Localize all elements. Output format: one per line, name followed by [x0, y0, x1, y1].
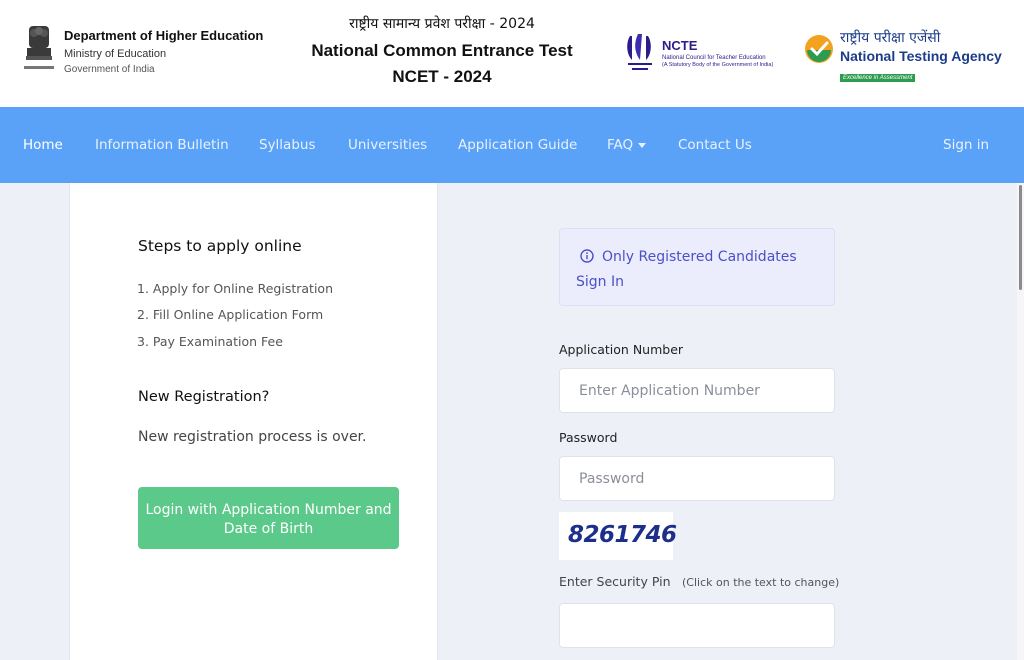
nav-syllabus[interactable]: Syllabus [259, 137, 316, 153]
nav-universities[interactable]: Universities [348, 137, 427, 153]
nta-text-block: राष्ट्रीय परीक्षा एजेंसी National Testin… [840, 28, 1002, 83]
exam-title: National Common Entrance Test [311, 41, 573, 60]
application-number-label: Application Number [559, 342, 684, 357]
caret-down-icon [638, 142, 647, 148]
department-title: Department of Higher Education [64, 28, 264, 43]
exam-title-hindi: राष्ट्रीय सामान्य प्रवेश परीक्षा - 2024 [349, 16, 535, 32]
new-registration-title: New Registration? [138, 389, 270, 405]
security-pin-input[interactable] [559, 603, 835, 648]
exam-short-title: NCET - 2024 [392, 67, 492, 86]
nav-home[interactable]: Home [23, 137, 63, 153]
steps-title: Steps to apply online [138, 237, 302, 255]
step-item: 1. Apply for Online Registration [137, 281, 333, 296]
nav-faq-label: FAQ [607, 137, 634, 153]
password-label: Password [559, 430, 618, 445]
application-number-input[interactable] [559, 368, 835, 413]
nta-name: National Testing Agency [840, 48, 1002, 64]
ncte-full-name: National Council for Teacher Education [662, 55, 766, 61]
ncte-logo-icon [627, 34, 652, 70]
nav-contact-us[interactable]: Contact Us [678, 137, 752, 153]
nta-tagline: Excellence in Assessment [840, 74, 916, 82]
ncte-text-block: NCTE National Council for Teacher Educat… [662, 38, 773, 68]
scrollbar-thumb[interactable] [1019, 185, 1022, 290]
security-pin-label: Enter Security Pin [559, 574, 671, 589]
nav-information-bulletin[interactable]: Information Bulletin [95, 137, 229, 153]
step-item: 3. Pay Examination Fee [137, 334, 283, 349]
ministry-name: Ministry of Education [64, 48, 167, 60]
new-registration-status: New registration process is over. [138, 429, 367, 445]
exam-title-block: राष्ट्रीय सामान्य प्रवेश परीक्षा - 2024 … [300, 14, 584, 87]
nta-check-logo-icon [805, 35, 833, 63]
department-block: Department of Higher Education Ministry … [64, 28, 263, 75]
step-item: 2. Fill Online Application Form [137, 307, 324, 322]
site-header: Department of Higher Education Ministry … [0, 0, 1024, 107]
main-navbar: Home Information Bulletin Syllabus Unive… [0, 107, 1024, 183]
nav-sign-in[interactable]: Sign in [943, 137, 989, 153]
login-with-dob-button[interactable]: Login with Application Number and Date o… [138, 487, 399, 549]
nta-hindi-name: राष्ट्रीय परीक्षा एजेंसी [840, 30, 941, 46]
ncte-name: NCTE [662, 38, 698, 53]
registered-candidates-alert: Only Registered Candidates Sign In [559, 228, 835, 306]
national-emblem-icon [24, 26, 54, 69]
nav-faq-dropdown[interactable]: FAQ [607, 137, 647, 153]
captcha-image[interactable]: 8261746 [559, 512, 677, 560]
alert-message: Only Registered Candidates Sign In [576, 249, 797, 290]
nav-application-guide[interactable]: Application Guide [458, 137, 577, 153]
security-pin-hint: (Click on the text to change) [682, 576, 840, 589]
password-input[interactable] [559, 456, 835, 501]
government-name: Government of India [64, 64, 155, 75]
captcha-text: 8261746 [568, 522, 677, 548]
ncte-sub: (A Statutory Body of the Government of I… [662, 62, 774, 68]
